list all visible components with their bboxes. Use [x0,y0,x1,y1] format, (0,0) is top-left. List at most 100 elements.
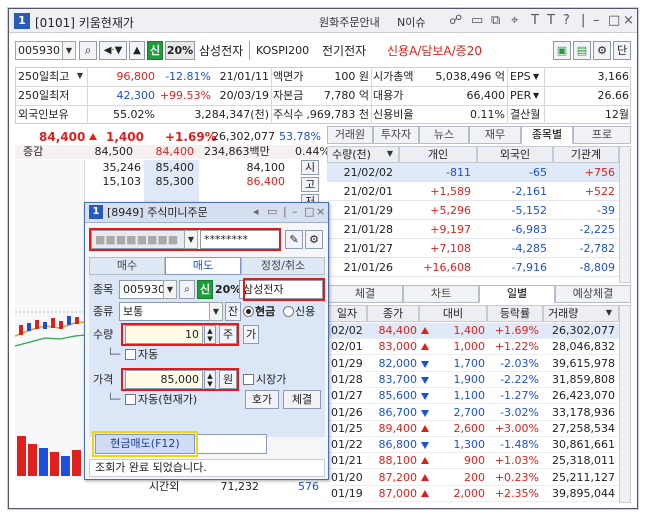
daily-row[interactable]: 02/01 83,000 1,000 +1.22% 28,046,832 [327,339,619,356]
order-info-link[interactable]: 원화주문안내 [319,14,380,30]
daily-row[interactable]: 01/21 88,100 900 +1.03% 25,318,011 [327,453,619,470]
investor-row[interactable]: 21/01/28 +9,197 -6,983 -2,225 [327,220,619,239]
investor-row[interactable]: 21/01/27 +7,108 -4,285 -2,782 [327,239,619,258]
prev-stock-icon[interactable]: ▲ [129,41,145,60]
investor-row[interactable]: 21/01/26 +16,608 -7,916 -8,809 [327,258,619,277]
close-icon[interactable]: × [316,205,325,219]
investor-row[interactable]: 21/01/29 +5,296 -5,152 -39 [327,201,619,220]
link-icon[interactable]: ☍ [449,13,462,29]
auto-current-price-checkbox[interactable]: 자동(현재가) [125,393,197,407]
pin-icon[interactable]: ◂ [253,205,259,219]
gear-icon[interactable]: ⚙ [305,230,323,249]
daily-scrollbar[interactable] [619,305,631,503]
chevron-down-icon[interactable]: ▼ [533,70,539,84]
max-qty-button[interactable]: 가 [243,325,259,344]
fill-button[interactable]: 체결 [283,390,321,409]
auto-qty-checkbox[interactable]: 자동 [125,348,158,362]
tab-sell[interactable]: 매도 [165,257,241,275]
pin-icon[interactable]: ⌖ [511,13,518,29]
high-250-pct: -12.81% [165,70,211,83]
search-icon[interactable]: ⌕ [179,280,195,299]
open-side-button[interactable]: 시 [301,160,319,175]
market-price-checkbox[interactable]: 시장가 [243,373,286,387]
daily-row[interactable]: 01/22 86,800 1,300 -1.48% 30,861,661 [327,437,619,454]
daily-row[interactable]: 01/29 82,000 1,700 -2.03% 39,615,978 [327,356,619,372]
mini-order-dialog: 1 [8949] 주식미니주문 ◂ ▭ | – □ × ■■■■■■■■ ▼ *… [84,202,329,480]
tab-expected[interactable]: 예상체결 [555,285,631,303]
minimize-icon[interactable]: – [292,205,298,219]
daily-row[interactable]: 01/26 86,700 2,700 -3.02% 33,178,936 [327,405,619,421]
date-header: 일자 [327,305,367,322]
daily-row[interactable]: 01/20 87,200 200 +0.23% 25,211,127 [327,470,619,486]
hoga-button[interactable]: 호가 [245,390,279,409]
tab-modify-cancel[interactable]: 정정/취소 [241,257,325,275]
volume-ratio: 53.78% [279,130,321,143]
daily-row[interactable]: 01/27 85,600 1,100 -1.27% 26,423,070 [327,388,619,405]
tab-finance[interactable]: 재무 [469,126,521,144]
tab-program[interactable]: 프로 [573,126,631,144]
tab-investor[interactable]: 투자자 [373,126,419,144]
minimize-icon[interactable]: – [593,13,600,29]
tab-by-stock[interactable]: 종목별 [521,126,573,144]
chevron-down-icon[interactable]: ▼ [533,89,539,103]
maximize-icon[interactable]: □ [304,205,314,219]
help-icon[interactable]: ? [563,13,570,29]
gear-icon[interactable]: ⚙ [593,41,611,60]
font-icon[interactable]: T [547,13,555,29]
daily-date: 01/28 [331,372,363,386]
code-dropdown-icon[interactable]: ▼ [62,41,76,60]
balance-button[interactable]: 잔 [225,302,241,321]
ask-price-1: 85,400 [155,161,195,174]
maximize-icon[interactable]: □ [608,13,620,29]
tab-daily[interactable]: 일별 [479,285,555,303]
green-chart-icon[interactable]: ▣ [553,41,571,60]
high-250-date: 21/01/11 [219,70,269,83]
window-tile-icon[interactable]: ▭ [267,205,277,219]
daily-rate: -2.22% [500,372,539,386]
font-size-icon[interactable]: T [531,13,539,29]
sound-icon[interactable]: ◀·▼ [99,41,127,60]
news-issue-link[interactable]: N이슈 [397,14,425,30]
tab-news[interactable]: 뉴스 [419,126,469,144]
copy-icon[interactable]: ⧉ [491,13,500,29]
daily-row[interactable]: 01/28 83,700 1,900 -2.22% 31,859,808 [327,372,619,388]
chevron-down-icon[interactable]: ▼ [602,306,616,321]
order-type-select[interactable]: 보통 [119,302,211,321]
high-side-button[interactable]: 고 [301,177,319,192]
institution-value: -2,225 [579,223,615,236]
stock-code-input[interactable]: 005930 [15,41,63,60]
tab-chart[interactable]: 차트 [403,285,479,303]
current-price: 84,400 [39,130,86,144]
add-window-icon[interactable]: ▤ [573,41,591,60]
edit-icon[interactable]: ✎ [285,230,303,249]
investor-scrollbar[interactable] [619,146,631,283]
type-label: 종류 [93,305,114,318]
tab-buy[interactable]: 매수 [89,257,165,275]
tab-broker[interactable]: 거래원 [327,126,373,144]
institution-value: +756 [584,166,615,179]
code-dropdown-icon[interactable]: ▼ [163,280,177,299]
substitute-price-value: 66,400 [466,89,506,102]
close-icon[interactable]: × [623,13,634,29]
single-button[interactable]: 단 [613,41,631,60]
investor-row[interactable]: 21/02/01 +1,589 -2,161 +522 [327,182,619,201]
chevron-down-icon[interactable]: ▼ [383,147,397,162]
order-code-input[interactable]: 005930 [119,280,165,299]
daily-row[interactable]: 02/02 84,400 1,400 +1.69% 26,302,077 [327,323,619,339]
market-cap-label: 시가총액 [373,70,414,83]
search-icon[interactable]: ⌕ [79,41,97,60]
cash-radio[interactable]: 현금 [243,305,275,319]
type-dropdown-icon[interactable]: ▼ [209,302,223,321]
daily-row[interactable]: 01/19 87,000 2,000 +2.35% 39,895,044 [327,486,619,502]
rate-header: 등락률 [487,305,543,322]
investor-row[interactable]: 21/02/02 -811 -65 +756 [327,163,619,182]
window-tile-icon[interactable]: ▭ [471,13,483,29]
credit-badge: 신 [147,41,163,60]
credit-radio[interactable]: 신용 [283,305,315,319]
daily-close: 83,000 [378,340,418,354]
chevron-down-icon[interactable]: ▼ [73,68,87,85]
eps-value: 3,166 [597,70,630,83]
daily-row[interactable]: 01/25 89,400 2,600 +3.00% 27,258,534 [327,421,619,437]
after-hours-extra: 576 [298,480,319,493]
tab-executions[interactable]: 체결 [327,285,403,303]
